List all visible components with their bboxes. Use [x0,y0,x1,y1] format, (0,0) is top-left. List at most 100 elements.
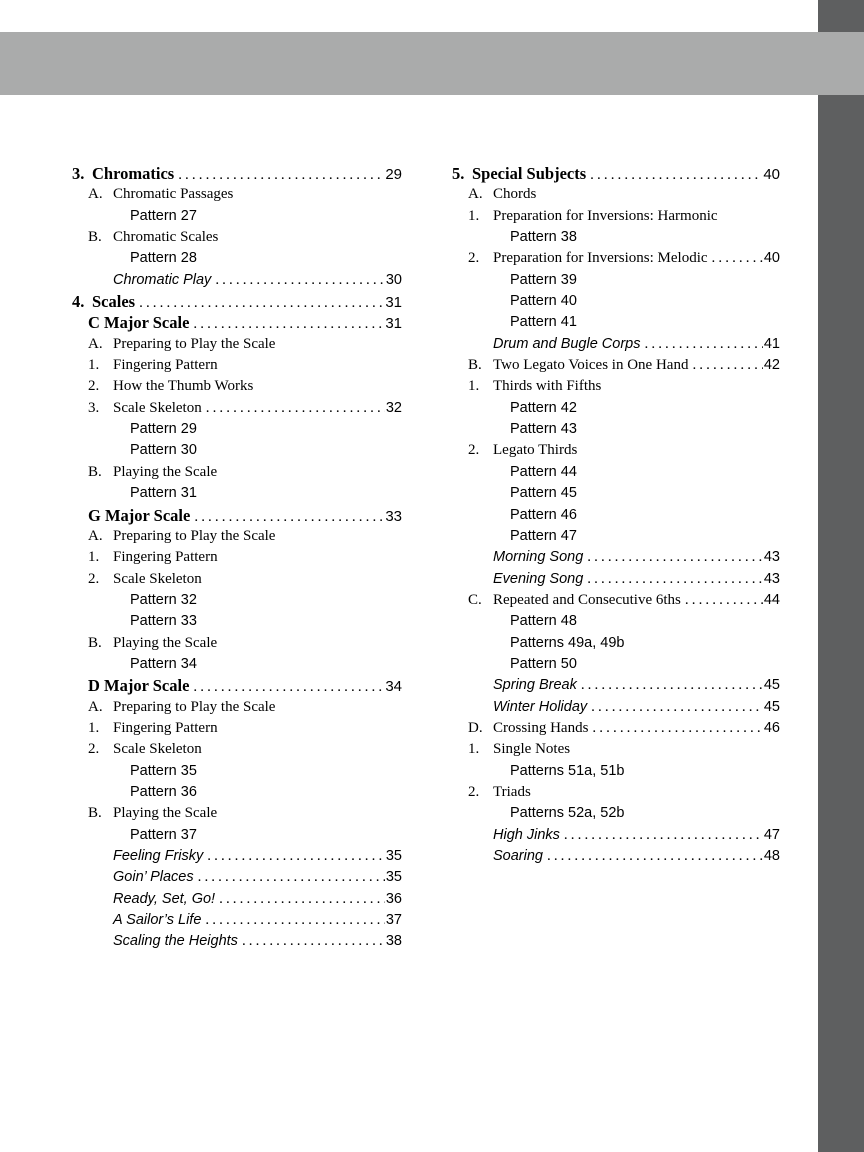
toc-entry[interactable]: Chromatic Play 30 [72,270,402,291]
toc-entry[interactable]: A. Preparing to Play the Scale [72,526,402,547]
toc-entry[interactable]: Pattern 47 [452,526,780,547]
toc-entry[interactable]: Goin’ Places 35 [72,867,402,888]
toc-entry[interactable]: Scaling the Heights 38 [72,931,402,952]
toc-entry[interactable]: Pattern 38 [452,227,780,248]
toc-entry-title: Pattern 41 [510,314,577,331]
toc-entry[interactable]: Pattern 46 [452,505,780,526]
toc-entry[interactable]: A Sailor’s Life 37 [72,910,402,931]
toc-entry[interactable]: Pattern 48 [452,611,780,632]
toc-entry[interactable]: Morning Song 43 [452,547,780,568]
toc-entry[interactable]: Pattern 30 [72,440,402,461]
toc-entry[interactable]: 2. Legato Thirds [452,440,780,461]
toc-entry-title: Patterns 51a, 51b [510,762,625,779]
toc-entry[interactable]: Pattern 27 [72,206,402,227]
toc-entry[interactable]: Pattern 42 [452,398,780,419]
toc-page-number: 43 [763,549,780,566]
toc-entry[interactable]: 3. Scale Skeleton 32 [72,398,402,419]
toc-entry-title: Scaling the Heights [113,933,238,950]
toc-entry[interactable]: Pattern 36 [72,782,402,803]
toc-dot-leader [692,355,762,376]
toc-entry[interactable]: 1. Fingering Pattern [72,355,402,376]
toc-entry-title: Patterns 49a, 49b [510,634,625,651]
toc-entry[interactable]: D Major Scale 34 [72,675,402,696]
toc-dot-leader [215,270,385,291]
toc-entry[interactable]: Pattern 33 [72,611,402,632]
toc-entry-title: Winter Holiday [493,698,588,715]
toc-entry-title: Legato Thirds [493,442,578,459]
toc-page-number: 45 [763,698,780,715]
toc-entry[interactable]: C. Repeated and Consecutive 6ths 44 [452,590,780,611]
toc-entry[interactable]: B. Playing the Scale [72,803,402,824]
toc-entry[interactable]: Feeling Frisky 35 [72,846,402,867]
toc-entry[interactable]: Pattern 28 [72,248,402,269]
toc-entry[interactable]: Spring Break 45 [452,675,780,696]
toc-entry[interactable]: 5. Special Subjects 40 [452,163,780,184]
toc-entry[interactable]: Pattern 32 [72,590,402,611]
toc-entry[interactable]: Patterns 49a, 49b [452,633,780,654]
toc-entry-title: High Jinks [493,826,560,843]
toc-entry[interactable]: D. Crossing Hands 46 [452,718,780,739]
toc-entry[interactable]: Pattern 37 [72,825,402,846]
toc-entry[interactable]: B. Two Legato Voices in One Hand 42 [452,355,780,376]
toc-entry[interactable]: Evening Song 43 [452,569,780,590]
toc-entry[interactable]: 2. Triads [452,782,780,803]
toc-entry[interactable]: Pattern 41 [452,312,780,333]
toc-entry[interactable]: 1. Single Notes [452,739,780,760]
toc-entry[interactable]: 2. Scale Skeleton [72,739,402,760]
toc-entry[interactable]: Drum and Bugle Corps 41 [452,334,780,355]
toc-entry-number: 1. [468,207,480,224]
toc-entry[interactable]: 4. Scales 31 [72,291,402,312]
toc-entry-title: Pattern 28 [130,250,197,267]
toc-entry[interactable]: Soaring 48 [452,846,780,867]
toc-entry-number: B. [88,229,102,246]
toc-entry[interactable]: A. Chromatic Passages [72,184,402,205]
toc-entry[interactable]: Pattern 34 [72,654,402,675]
toc-entry[interactable]: A. Preparing to Play the Scale [72,697,402,718]
toc-entry-title: Single Notes [493,741,571,758]
toc-entry[interactable]: 1. Preparation for Inversions: Harmonic [452,206,780,227]
toc-entry[interactable]: 2. Scale Skeleton [72,569,402,590]
toc-entry[interactable]: B. Playing the Scale [72,633,402,654]
toc-entry[interactable]: Pattern 29 [72,419,402,440]
toc-page-number: 44 [763,591,780,608]
toc-dot-leader [206,398,385,419]
toc-dot-leader [581,675,763,696]
toc-entry-title: Triads [493,783,531,800]
toc-entry[interactable]: 1. Fingering Pattern [72,718,402,739]
toc-entry[interactable]: Winter Holiday 45 [452,697,780,718]
toc-entry[interactable]: Pattern 35 [72,761,402,782]
toc-entry-title: Preparing to Play the Scale [113,527,276,544]
toc-entry[interactable]: Pattern 43 [452,419,780,440]
toc-entry[interactable]: 1. Thirds with Fifths [452,376,780,397]
toc-entry[interactable]: B. Chromatic Scales [72,227,402,248]
toc-entry[interactable]: Pattern 50 [452,654,780,675]
toc-entry[interactable]: Pattern 31 [72,483,402,504]
toc-entry-number: 3. [72,164,85,183]
toc-entry-number: 2. [468,783,480,800]
toc-entry[interactable]: C Major Scale 31 [72,312,402,333]
toc-entry-number: 1. [88,719,100,736]
toc-entry[interactable]: G Major Scale 33 [72,505,402,526]
toc-entry[interactable]: Pattern 45 [452,483,780,504]
toc-entry[interactable]: Pattern 40 [452,291,780,312]
toc-entry[interactable]: 1. Fingering Pattern [72,547,402,568]
toc-entry[interactable]: Ready, Set, Go! 36 [72,889,402,910]
toc-page-number: 31 [385,294,402,312]
toc-entry-title: Pattern 43 [510,421,577,438]
toc-entry-title: Morning Song [493,549,584,566]
toc-entry[interactable]: A. Preparing to Play the Scale [72,334,402,355]
toc-entry[interactable]: 2. How the Thumb Works [72,376,402,397]
toc-entry[interactable]: Pattern 39 [452,270,780,291]
toc-entry[interactable]: B. Playing the Scale [72,462,402,483]
toc-entry-title: Pattern 33 [130,613,197,630]
toc-entry-number: A. [88,698,103,715]
toc-entry[interactable]: 2. Preparation for Inversions: Melodic 40 [452,248,780,269]
toc-entry-title: How the Thumb Works [113,378,254,395]
toc-entry[interactable]: Pattern 44 [452,462,780,483]
toc-entry[interactable]: 3. Chromatics 29 [72,163,402,184]
toc-entry[interactable]: High Jinks 47 [452,825,780,846]
toc-entry[interactable]: Patterns 51a, 51b [452,761,780,782]
toc-entry[interactable]: A. Chords [452,184,780,205]
toc-entry[interactable]: Patterns 52a, 52b [452,803,780,824]
toc-entry-title: Chromatic Passages [113,186,234,203]
